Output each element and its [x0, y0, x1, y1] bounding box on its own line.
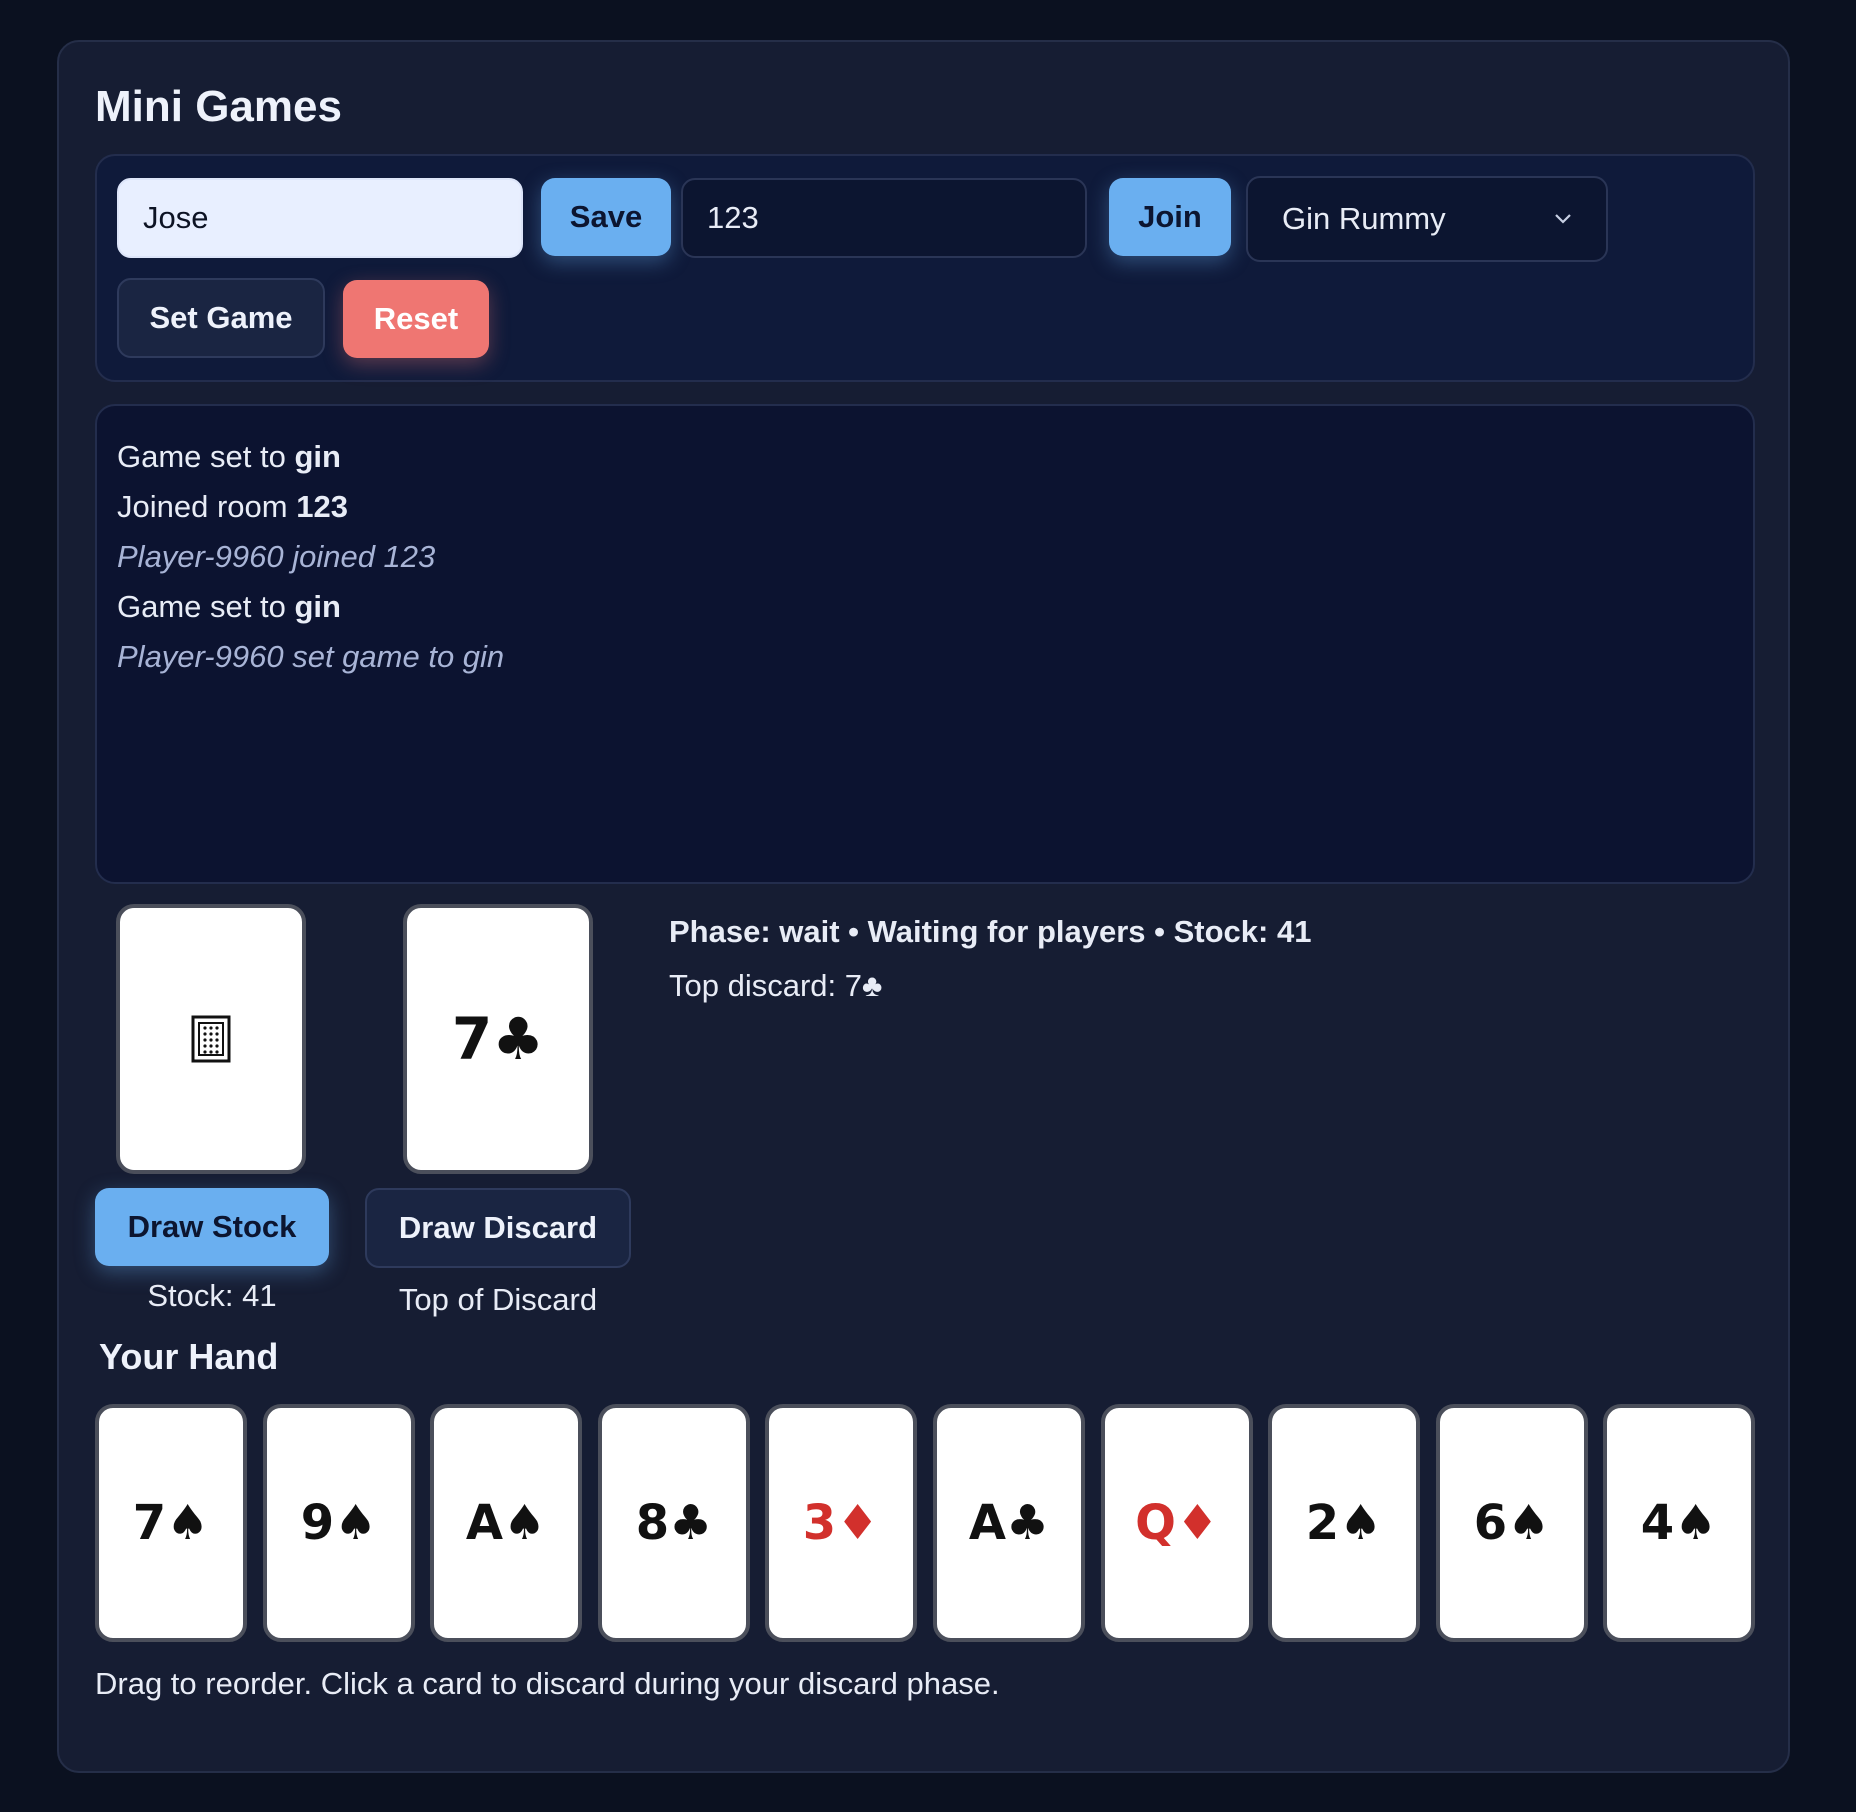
game-status: Phase: wait • Waiting for players • Stoc…	[669, 914, 1312, 949]
hand-card[interactable]: 2♠	[1268, 1404, 1420, 1642]
hand-card[interactable]: 3♦	[765, 1404, 917, 1642]
log-line: Player-9960 set game to gin	[117, 639, 505, 674]
save-button[interactable]: Save	[541, 178, 671, 256]
discard-pile-card[interactable]: 7♣	[403, 904, 593, 1174]
hand-title: Your Hand	[99, 1336, 279, 1377]
hand-card[interactable]: 9♠	[263, 1404, 415, 1642]
join-button[interactable]: Join	[1109, 178, 1231, 256]
draw-discard-button[interactable]: Draw Discard	[365, 1188, 631, 1268]
hand-card[interactable]: 7♠	[95, 1404, 247, 1642]
player-name-input[interactable]	[117, 178, 523, 258]
log-line: Joined room 123	[117, 489, 348, 524]
log-line: Player-9960 joined 123	[117, 539, 436, 574]
hand-card[interactable]: A♣	[933, 1404, 1085, 1642]
discard-caption: Top of Discard	[398, 1282, 598, 1317]
game-select-value: Gin Rummy	[1282, 201, 1446, 236]
controls-bar: Save Join Gin Rummy Set Game Reset	[95, 154, 1755, 382]
log-line: Game set to gin	[117, 589, 341, 624]
hand-card[interactable]: 6♠	[1436, 1404, 1588, 1642]
hand-card[interactable]: A♠	[430, 1404, 582, 1642]
room-code-input[interactable]	[681, 178, 1087, 258]
stock-pile-card[interactable]	[116, 904, 306, 1174]
reset-button[interactable]: Reset	[343, 280, 489, 358]
page-title: Mini Games	[95, 82, 342, 131]
hand-card[interactable]: Q♦	[1101, 1404, 1253, 1642]
hand-hint: Drag to reorder. Click a card to discard…	[95, 1666, 1000, 1701]
card-back-icon	[191, 1015, 231, 1063]
hand-card[interactable]: 4♠	[1603, 1404, 1755, 1642]
hand-card[interactable]: 8♣	[598, 1404, 750, 1642]
stock-count-caption: Stock: 41	[147, 1278, 277, 1313]
top-discard-info: Top discard: 7♣	[669, 968, 883, 1003]
chevron-down-icon	[1554, 208, 1572, 231]
mini-games-panel: Mini Games Save Join Gin Rummy Set Game …	[57, 40, 1790, 1773]
event-log: Game set to gin Joined room 123 Player-9…	[95, 404, 1755, 884]
set-game-button[interactable]: Set Game	[117, 278, 325, 358]
draw-stock-button[interactable]: Draw Stock	[95, 1188, 329, 1266]
log-line: Game set to gin	[117, 439, 341, 474]
game-select[interactable]: Gin Rummy	[1246, 176, 1608, 262]
